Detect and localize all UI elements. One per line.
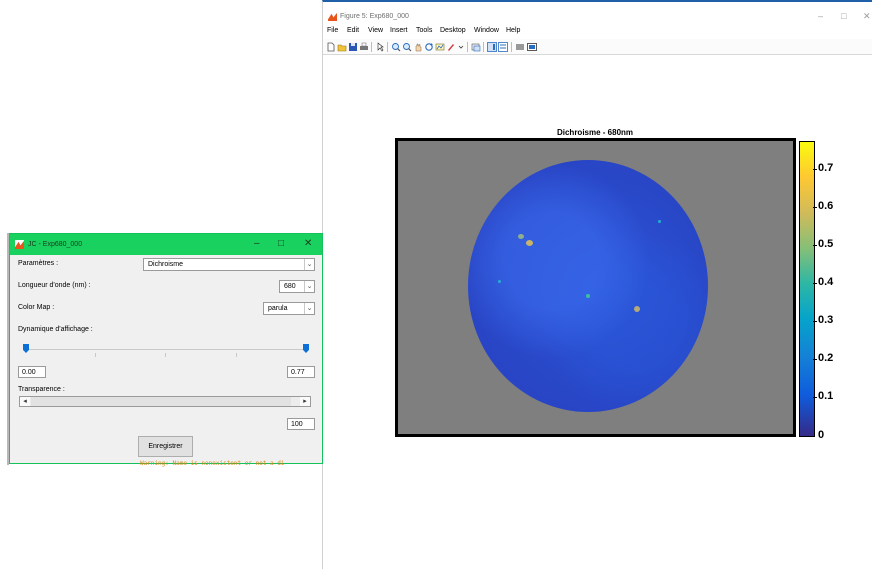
range-max-field[interactable]: 0.77 [287, 366, 315, 378]
image-axes[interactable] [395, 138, 796, 437]
parametres-value: Dichroisme [148, 261, 184, 268]
transparence-field[interactable]: 100 [287, 418, 315, 430]
show-plot-tools-icon[interactable] [527, 42, 537, 52]
parametres-label: Paramètres : [18, 260, 59, 267]
menu-edit[interactable]: Edit [347, 27, 359, 34]
minimize-button[interactable]: – [254, 238, 260, 249]
sample-image [468, 160, 708, 412]
save-icon[interactable] [348, 42, 358, 52]
colormap-select[interactable]: parula ⌄ [263, 302, 315, 315]
zoom-in-icon[interactable] [391, 42, 401, 52]
menu-bar: File Edit View Insert Tools Desktop Wind… [323, 25, 872, 39]
toolbar-separator [467, 42, 468, 52]
brush-icon[interactable] [446, 42, 456, 52]
bright-spot [526, 240, 533, 246]
colorbar-tick [813, 245, 817, 246]
colorbar-tick [813, 321, 817, 322]
colorbar-tick [813, 359, 817, 360]
longueur-select[interactable]: 680 ⌄ [279, 280, 315, 293]
range-slider-track[interactable] [26, 349, 308, 350]
zoom-out-icon[interactable] [402, 42, 412, 52]
colorbar-tick [813, 283, 817, 284]
maximize-button[interactable]: □ [278, 238, 284, 249]
chevron-down-icon: ⌄ [304, 303, 314, 314]
colorbar [799, 141, 815, 437]
bright-spot [518, 234, 524, 239]
matlab-icon [15, 240, 24, 249]
longueur-value: 680 [284, 283, 296, 290]
matlab-icon [328, 12, 337, 21]
figure-toolbar [323, 39, 872, 55]
open-file-icon[interactable] [337, 42, 347, 52]
bright-spot [498, 280, 501, 283]
colorbar-tick [813, 169, 817, 170]
scroll-right-button[interactable]: ▸ [300, 397, 310, 406]
menu-help[interactable]: Help [506, 27, 520, 34]
colorbar-tick-label: 0.5 [818, 238, 834, 250]
colorbar-tick-label: 0.6 [818, 200, 834, 212]
bright-spot [586, 294, 590, 298]
maximize-button[interactable]: □ [841, 11, 846, 21]
control-title: JC - Exp680_000 [28, 241, 83, 248]
transparence-slider[interactable]: ◂ ▸ [19, 396, 311, 407]
link-plot-icon[interactable] [471, 42, 481, 52]
colorbar-icon[interactable] [487, 42, 497, 52]
print-icon[interactable] [359, 42, 369, 52]
colorbar-tick-label: 0.3 [818, 314, 834, 326]
colormap-value: parula [268, 305, 288, 312]
rotate-icon[interactable] [424, 42, 434, 52]
toolbar-separator [387, 42, 388, 52]
menu-tools[interactable]: Tools [416, 27, 432, 34]
save-button[interactable]: Enregistrer [138, 436, 193, 457]
toolbar-separator [511, 42, 512, 52]
scroll-left-button[interactable]: ◂ [20, 397, 30, 406]
bright-spot [634, 306, 640, 312]
colorbar-tick-label: 0.1 [818, 390, 834, 402]
bright-spot [658, 220, 661, 223]
range-min-field[interactable]: 0.00 [18, 366, 46, 378]
pointer-icon[interactable] [375, 42, 385, 52]
slider-tick [165, 353, 166, 357]
menu-view[interactable]: View [368, 27, 383, 34]
slider-tick [95, 353, 96, 357]
chevron-down-icon: ⌄ [304, 259, 314, 270]
minimize-button[interactable]: – [818, 11, 823, 21]
chevron-down-icon: ⌄ [304, 281, 314, 292]
transparence-slider-thumb[interactable] [31, 397, 291, 406]
colormap-label: Color Map : [18, 304, 55, 311]
plot-title: Dichroisme - 680nm [556, 128, 634, 137]
pan-icon[interactable] [413, 42, 423, 52]
toolbar-separator [371, 42, 372, 52]
close-button[interactable]: ✕ [863, 11, 871, 22]
menu-window[interactable]: Window [474, 27, 499, 34]
menu-insert[interactable]: Insert [390, 27, 408, 34]
data-cursor-icon[interactable] [435, 42, 445, 52]
figure-titlebar: Figure 5: Exp680_000 – □ ✕ [323, 4, 872, 24]
transparence-label: Transparence : [18, 386, 65, 393]
colorbar-tick-label: 0.2 [818, 352, 834, 364]
colorbar-tick-label: 0.4 [818, 276, 834, 288]
parametres-select[interactable]: Dichroisme ⌄ [143, 258, 315, 271]
toolbar-separator [483, 42, 484, 52]
dynamique-label: Dynamique d'affichage : [18, 326, 93, 333]
colorbar-tick-label: 0 [818, 429, 825, 441]
control-titlebar: JC - Exp680_000 – □ ✕ [10, 234, 322, 255]
hide-plot-tools-icon[interactable] [515, 42, 525, 52]
longueur-label: Longueur d'onde (nm) : [18, 282, 91, 289]
legend-icon[interactable] [498, 42, 508, 52]
close-button[interactable]: ✕ [304, 238, 312, 249]
menu-desktop[interactable]: Desktop [440, 27, 466, 34]
colorbar-tick-label: 0.7 [818, 162, 834, 174]
slider-tick [236, 353, 237, 357]
colorbar-tick [813, 207, 817, 208]
chevron-down-icon[interactable] [456, 42, 466, 52]
command-window-warning: Warning: Name is nonexistent or not a di [140, 460, 285, 467]
menu-file[interactable]: File [327, 27, 338, 34]
colorbar-tick [813, 397, 817, 398]
figure-title: Figure 5: Exp680_000 [340, 13, 409, 20]
new-figure-icon[interactable] [326, 42, 336, 52]
